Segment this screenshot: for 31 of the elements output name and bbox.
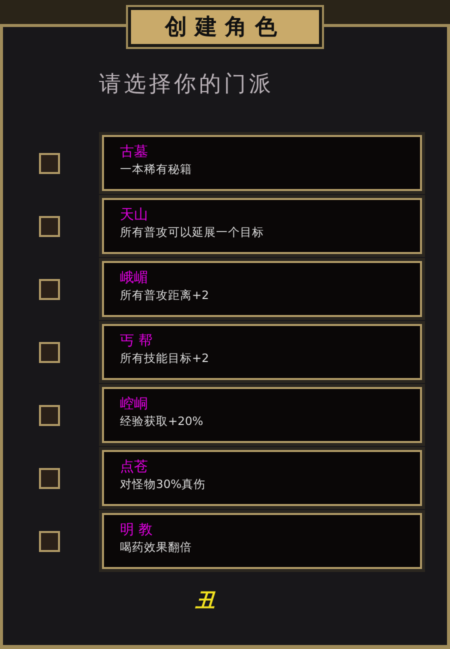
title-plaque: 创建角色 bbox=[128, 7, 322, 47]
sect-description: 喝药效果翻倍 bbox=[120, 539, 193, 555]
sect-name: 明 教 bbox=[120, 521, 154, 539]
checkbox[interactable] bbox=[39, 152, 60, 174]
sect-description: 所有普攻距离+2 bbox=[120, 287, 210, 303]
sect-name: 点苍 bbox=[120, 458, 149, 476]
sect-name: 丐 帮 bbox=[120, 332, 154, 350]
checkbox[interactable] bbox=[39, 468, 60, 488]
sect-name: 峨嵋 bbox=[120, 269, 149, 287]
sect-option[interactable]: 天山 所有普攻可以延展一个目标 bbox=[102, 198, 422, 254]
sect-option[interactable]: 点苍 对怪物30%真伤 bbox=[102, 450, 422, 506]
checkbox[interactable] bbox=[39, 530, 60, 552]
sect-option[interactable]: 丐 帮 所有技能目标+2 bbox=[102, 324, 422, 380]
sect-name: 古墓 bbox=[120, 143, 149, 161]
sect-description: 一本稀有秘籍 bbox=[120, 161, 193, 177]
sect-description: 所有普攻可以延展一个目标 bbox=[120, 224, 265, 240]
sect-option[interactable]: 峨嵋 所有普攻距离+2 bbox=[102, 261, 422, 317]
checkbox[interactable] bbox=[39, 216, 60, 236]
sect-option[interactable]: 明 教 喝药效果翻倍 bbox=[102, 513, 422, 569]
sect-description: 经验获取+20% bbox=[120, 413, 204, 429]
prompt-text: 请选择你的门派 bbox=[99, 71, 274, 99]
sect-option[interactable]: 古墓 一本稀有秘籍 bbox=[102, 135, 422, 191]
sect-name: 天山 bbox=[120, 206, 149, 224]
sect-description: 对怪物30%真伤 bbox=[120, 476, 207, 492]
checkbox[interactable] bbox=[39, 404, 60, 426]
sect-description: 所有技能目标+2 bbox=[120, 350, 210, 366]
sect-name: 崆峒 bbox=[120, 395, 149, 413]
sect-option[interactable]: 崆峒 经验获取+20% bbox=[102, 387, 422, 443]
checkbox[interactable] bbox=[39, 342, 60, 362]
checkbox[interactable] bbox=[39, 278, 60, 300]
footer-text: 丑 bbox=[195, 587, 215, 614]
